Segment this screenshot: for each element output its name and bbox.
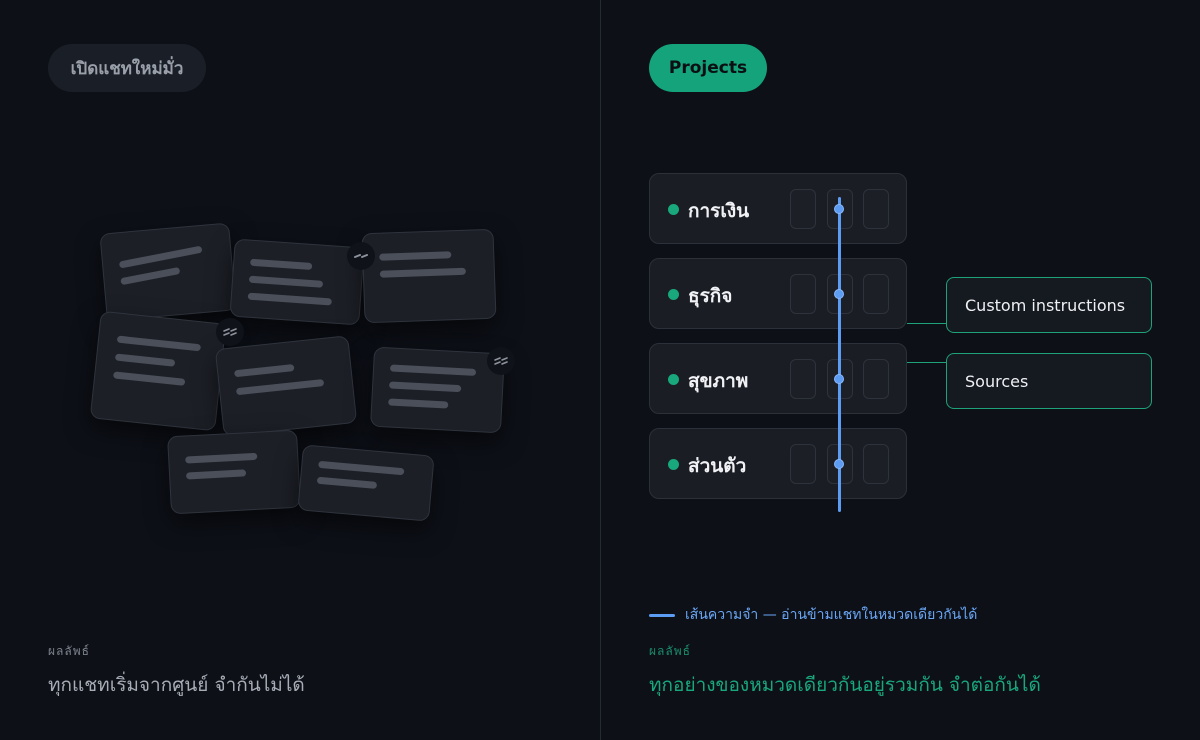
- chat-card: [369, 346, 506, 434]
- status-dot: [668, 374, 679, 385]
- project-label: การเงิน: [688, 200, 750, 222]
- custom-instructions-label: Custom instructions: [965, 295, 1126, 315]
- connector-line: [907, 362, 947, 363]
- memory-legend: เส้นความจำ — อ่านข้ามแชทในหมวดเดียวกันได…: [649, 604, 977, 626]
- broken-link-icon: [487, 347, 515, 375]
- project-row-health[interactable]: สุขภาพ: [649, 343, 907, 414]
- chat-slot: [863, 189, 889, 229]
- status-dot: [668, 289, 679, 300]
- right-result-text: ทุกอย่างของหมวดเดียวกันอยู่รวมกัน จำต่อก…: [649, 674, 1041, 696]
- chat-card: [214, 335, 358, 437]
- chat-card: [361, 228, 497, 324]
- sources-label: Sources: [965, 371, 1029, 391]
- chat-slot: [790, 274, 816, 314]
- chat-slot: [790, 189, 816, 229]
- new-chat-pill: เปิดแชทใหม่มั่ว: [48, 44, 206, 92]
- new-chat-pill-label: เปิดแชทใหม่มั่ว: [70, 58, 184, 79]
- memory-node: [834, 459, 844, 469]
- project-label: ส่วนตัว: [688, 455, 747, 477]
- memory-node: [834, 204, 844, 214]
- project-row-business[interactable]: ธุรกิจ: [649, 258, 907, 329]
- status-dot: [668, 459, 679, 470]
- chat-slot: [863, 359, 889, 399]
- left-result-text: ทุกแชทเริ่มจากศูนย์ จำกันไม่ได้: [48, 674, 305, 696]
- status-dot: [668, 204, 679, 215]
- sources-callout: Sources: [946, 353, 1152, 409]
- chat-slot: [790, 444, 816, 484]
- left-result-label: ผลลัพธ์: [48, 644, 90, 658]
- chat-card: [229, 238, 365, 326]
- projects-pill-label: Projects: [668, 58, 748, 78]
- chat-card: [99, 222, 237, 322]
- chat-slot: [863, 444, 889, 484]
- memory-node: [834, 374, 844, 384]
- custom-instructions-callout: Custom instructions: [946, 277, 1152, 333]
- chat-slot: [790, 359, 816, 399]
- chat-card: [297, 444, 435, 522]
- project-row-personal[interactable]: ส่วนตัว: [649, 428, 907, 499]
- project-row-finance[interactable]: การเงิน: [649, 173, 907, 244]
- chat-card: [89, 310, 227, 432]
- legend-text: เส้นความจำ — อ่านข้ามแชทในหมวดเดียวกันได…: [685, 607, 978, 623]
- broken-link-icon: [347, 242, 375, 270]
- memory-node: [834, 289, 844, 299]
- legend-swatch: [649, 613, 675, 617]
- projects-pill: Projects: [649, 44, 767, 92]
- right-result-label: ผลลัพธ์: [649, 644, 691, 658]
- connector-line: [907, 323, 947, 324]
- project-label: ธุรกิจ: [688, 285, 733, 307]
- project-label: สุขภาพ: [688, 370, 749, 392]
- chat-card: [167, 429, 301, 515]
- broken-link-icon: [216, 318, 244, 346]
- center-divider: [600, 0, 601, 740]
- chat-slot: [863, 274, 889, 314]
